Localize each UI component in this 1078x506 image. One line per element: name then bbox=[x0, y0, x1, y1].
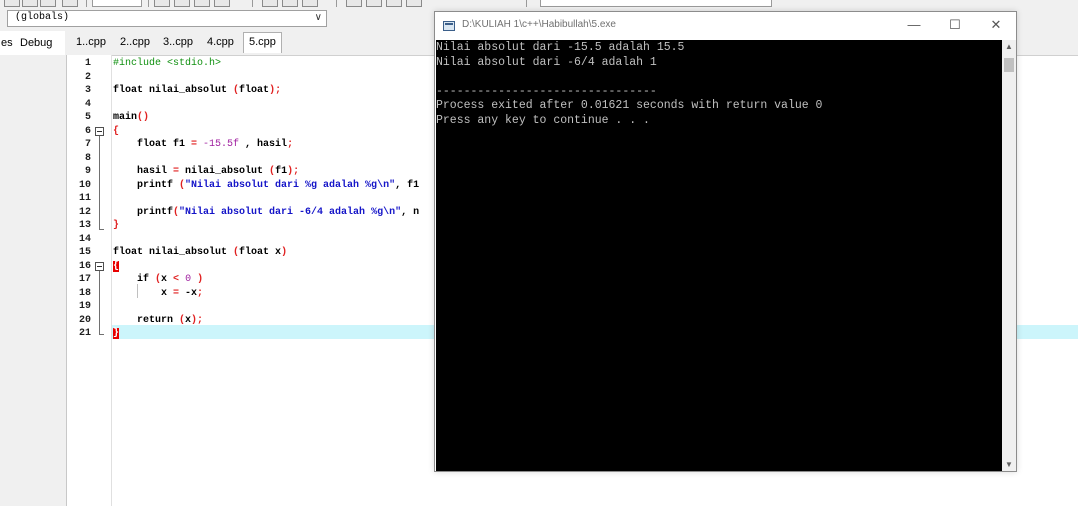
scrollbar-thumb[interactable] bbox=[1004, 58, 1014, 72]
toolbar-separator bbox=[252, 0, 253, 7]
panel-tab-classes[interactable]: es bbox=[1, 37, 13, 49]
toolbar-button[interactable] bbox=[22, 0, 38, 7]
code-line: { bbox=[113, 260, 120, 274]
fold-collapse-icon[interactable] bbox=[95, 262, 104, 271]
line-number: 12 bbox=[78, 206, 91, 218]
console-window[interactable]: D:\KULIAH 1\c++\Habibullah\5.exe — ☐ ✕ N… bbox=[434, 11, 1017, 472]
code-line: return (x); bbox=[113, 314, 204, 326]
tab-4-cpp[interactable]: 4.cpp bbox=[204, 36, 237, 48]
line-number: 14 bbox=[78, 233, 91, 245]
matched-brace: } bbox=[113, 328, 120, 339]
code-line: { bbox=[113, 125, 120, 137]
toolbar-button[interactable] bbox=[214, 0, 230, 7]
toolbar-separator bbox=[148, 0, 149, 7]
toolbar-button[interactable] bbox=[62, 0, 78, 7]
fold-end bbox=[99, 229, 104, 230]
tab-2-cpp[interactable]: 2..cpp bbox=[117, 36, 153, 48]
scope-selector[interactable]: (globals) ∨ bbox=[7, 10, 327, 27]
chevron-down-icon[interactable]: ∨ bbox=[315, 12, 322, 23]
toolbar-separator bbox=[336, 0, 337, 7]
project-panel bbox=[0, 55, 67, 506]
tab-1-cpp[interactable]: 1..cpp bbox=[73, 36, 109, 48]
fold-end bbox=[99, 334, 104, 335]
console-output[interactable]: Nilai absolut dari -15.5 adalah 15.5 Nil… bbox=[436, 40, 1002, 471]
toolbar-compiler-select[interactable] bbox=[540, 0, 772, 7]
close-button[interactable]: ✕ bbox=[981, 16, 1011, 34]
maximize-button[interactable]: ☐ bbox=[940, 16, 970, 34]
toolbar-button[interactable] bbox=[346, 0, 362, 7]
line-number: 13 bbox=[78, 220, 91, 231]
line-number: 21 bbox=[78, 328, 91, 339]
line-number: 8 bbox=[84, 152, 91, 164]
code-line: } bbox=[113, 327, 120, 341]
console-app-icon bbox=[443, 21, 455, 31]
code-line: printf ("Nilai absolut dari %g adalah %g… bbox=[113, 179, 420, 191]
line-number: 2 bbox=[84, 71, 91, 83]
line-number: 11 bbox=[78, 193, 91, 204]
code-line: float nilai_absolut (float); bbox=[113, 85, 282, 96]
tab-3-cpp[interactable]: 3..cpp bbox=[160, 36, 196, 48]
console-line: Press any key to continue . . . bbox=[436, 114, 650, 127]
console-title: D:\KULIAH 1\c++\Habibullah\5.exe bbox=[462, 19, 616, 30]
line-number: 18 bbox=[78, 287, 91, 299]
toolbar-button[interactable] bbox=[194, 0, 210, 7]
line-number: 4 bbox=[84, 98, 91, 110]
line-number: 9 bbox=[84, 166, 91, 177]
toolbar-separator bbox=[86, 0, 87, 7]
line-number: 3 bbox=[84, 85, 91, 96]
scope-selector-value: (globals) bbox=[15, 12, 70, 23]
console-line: Nilai absolut dari -15.5 adalah 15.5 bbox=[436, 41, 685, 54]
line-number: 15 bbox=[78, 247, 91, 258]
code-line: } bbox=[113, 220, 120, 231]
toolbar-field[interactable] bbox=[92, 0, 142, 7]
scroll-up-icon[interactable]: ▲ bbox=[1002, 42, 1016, 51]
code-line: hasil = nilai_absolut (f1); bbox=[113, 166, 300, 177]
console-scrollbar[interactable]: ▲ ▼ bbox=[1002, 40, 1016, 471]
line-number: 7 bbox=[84, 139, 91, 150]
console-line: -------------------------------- bbox=[436, 85, 657, 98]
tab-5-cpp[interactable]: 5.cpp bbox=[243, 32, 282, 53]
code-line: printf("Nilai absolut dari -6/4 adalah %… bbox=[113, 206, 420, 218]
toolbar-button[interactable] bbox=[174, 0, 190, 7]
toolbar-button[interactable] bbox=[4, 0, 20, 7]
matched-brace: { bbox=[113, 260, 120, 272]
code-line: x = -x; bbox=[113, 287, 204, 299]
minimize-button[interactable]: — bbox=[899, 16, 929, 34]
fold-collapse-icon[interactable] bbox=[95, 127, 104, 136]
console-title-bar[interactable]: D:\KULIAH 1\c++\Habibullah\5.exe — ☐ ✕ bbox=[435, 12, 1016, 40]
toolbar-separator bbox=[526, 0, 527, 7]
console-line: Process exited after 0.01621 seconds wit… bbox=[436, 99, 823, 112]
code-line: float f1 = -15.5f , hasil; bbox=[113, 139, 294, 150]
toolbar-button[interactable] bbox=[406, 0, 422, 7]
toolbar-button[interactable] bbox=[154, 0, 170, 7]
fold-line bbox=[99, 136, 100, 229]
line-number: 5 bbox=[84, 112, 91, 123]
line-number: 19 bbox=[78, 301, 91, 312]
scroll-down-icon[interactable]: ▼ bbox=[1002, 460, 1016, 469]
fold-line bbox=[99, 271, 100, 334]
code-line: #include <stdio.h> bbox=[113, 58, 222, 69]
toolbar-button[interactable] bbox=[302, 0, 318, 7]
console-line: Nilai absolut dari -6/4 adalah 1 bbox=[436, 56, 657, 69]
toolbar-button[interactable] bbox=[366, 0, 382, 7]
line-number: 20 bbox=[78, 314, 91, 326]
line-number: 1 bbox=[84, 58, 91, 69]
panel-tab-debug[interactable]: Debug bbox=[20, 37, 52, 49]
line-number: 10 bbox=[78, 179, 91, 191]
line-number-gutter: 1 2 3 4 5 6 7 8 9 10 11 12 13 14 15 16 1… bbox=[67, 55, 112, 506]
toolbar-button[interactable] bbox=[386, 0, 402, 7]
toolbar-button[interactable] bbox=[282, 0, 298, 7]
toolbar-button[interactable] bbox=[40, 0, 56, 7]
line-number: 16 bbox=[78, 260, 91, 272]
code-line: float nilai_absolut (float x) bbox=[113, 247, 288, 258]
code-line: if (x < 0 ) bbox=[113, 274, 204, 285]
line-number: 17 bbox=[78, 274, 91, 285]
line-number: 6 bbox=[84, 125, 91, 137]
code-line: main() bbox=[113, 112, 150, 123]
toolbar-button[interactable] bbox=[262, 0, 278, 7]
